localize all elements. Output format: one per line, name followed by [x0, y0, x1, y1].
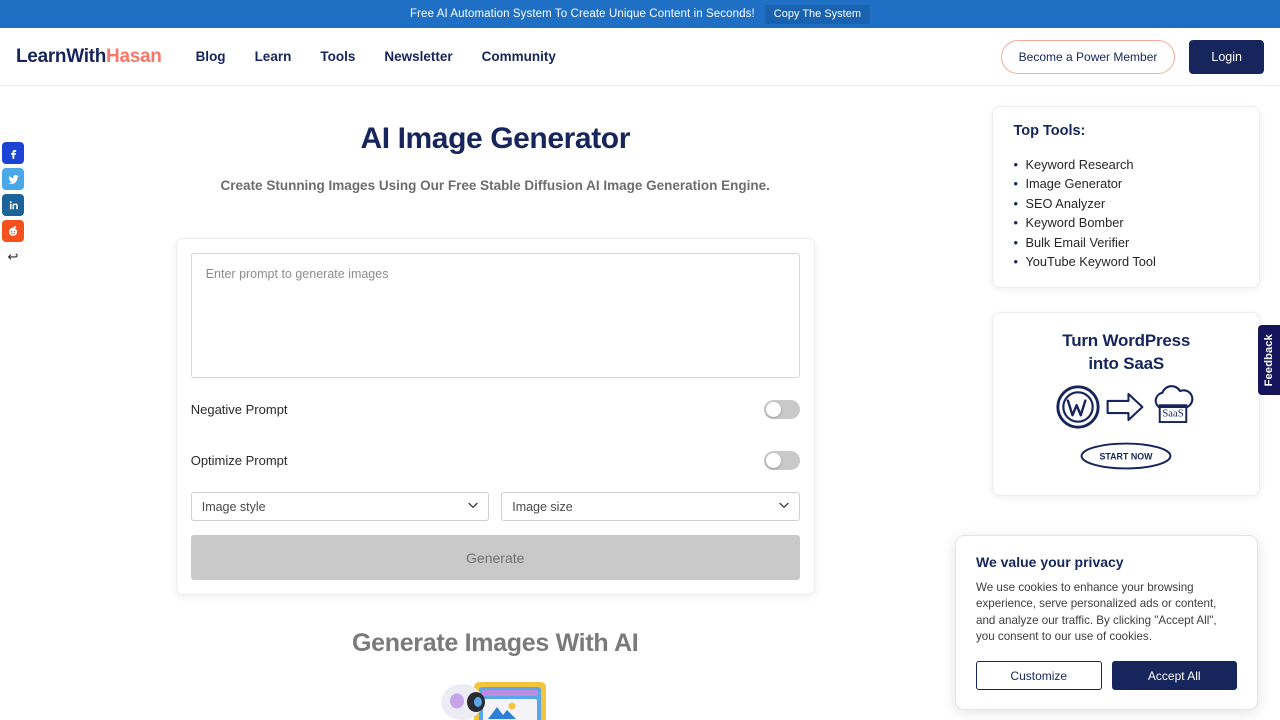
arrow-right-icon — [1105, 390, 1145, 429]
negative-prompt-row: Negative Prompt — [191, 389, 800, 429]
nav-item-community[interactable]: Community — [482, 49, 556, 64]
feedback-tab[interactable]: Feedback — [1258, 325, 1280, 395]
chevron-down-icon — [468, 501, 478, 512]
saas-label: SaaS — [1163, 409, 1184, 420]
tool-item-image-generator[interactable]: Image Generator — [1013, 174, 1239, 194]
promo-banner: Free AI Automation System To Create Uniq… — [0, 0, 1280, 28]
share-more-icon[interactable]: ↩ — [2, 248, 24, 266]
tool-item-seo-analyzer[interactable]: SEO Analyzer — [1013, 194, 1239, 214]
start-now-label: START NOW — [1100, 452, 1154, 462]
nav-item-tools[interactable]: Tools — [320, 49, 355, 64]
negative-prompt-toggle[interactable] — [763, 399, 800, 419]
accept-all-cookies-button[interactable]: Accept All — [1111, 661, 1237, 691]
optimize-prompt-label: Optimize Prompt — [190, 452, 288, 468]
nav-item-blog[interactable]: Blog — [196, 49, 226, 64]
image-size-value: Image size — [512, 499, 573, 514]
image-size-select[interactable]: Image size — [501, 492, 800, 521]
logo-accent-text: Hasan — [106, 45, 162, 67]
login-button[interactable]: Login — [1189, 39, 1264, 74]
top-tools-card: Top Tools: Keyword Research Image Genera… — [992, 106, 1260, 289]
wordpress-saas-ad[interactable]: Turn WordPress into SaaS SaaS START NOW — [992, 312, 1260, 497]
tool-item-youtube-keyword-tool[interactable]: YouTube Keyword Tool — [1013, 252, 1239, 272]
optimize-prompt-row: Optimize Prompt — [191, 440, 800, 480]
logo-primary-text: LearnWith — [16, 45, 107, 67]
facebook-icon[interactable] — [2, 142, 24, 164]
ad-artwork: SaaS — [1007, 385, 1245, 434]
nav-item-newsletter[interactable]: Newsletter — [384, 49, 452, 64]
prompt-input[interactable] — [190, 253, 800, 378]
copy-the-system-button[interactable]: Copy The System — [764, 4, 871, 24]
header-actions: Become a Power Member Login — [1000, 39, 1264, 74]
select-row: Image style Image size — [190, 492, 800, 521]
image-style-value: Image style — [201, 499, 266, 514]
twitter-icon[interactable] — [2, 168, 24, 190]
start-now-button[interactable]: START NOW — [1007, 440, 1245, 477]
negative-prompt-label: Negative Prompt — [190, 401, 288, 417]
saas-cloud-icon: SaaS — [1150, 385, 1196, 434]
reddit-icon[interactable] — [2, 220, 24, 242]
become-power-member-button[interactable]: Become a Power Member — [1000, 39, 1176, 74]
page-title: AI Image Generator — [360, 122, 630, 155]
image-style-select[interactable]: Image style — [190, 492, 490, 521]
site-logo[interactable]: LearnWithHasan — [16, 46, 162, 68]
feedback-tab-label: Feedback — [1263, 333, 1275, 387]
chevron-down-icon — [779, 501, 789, 512]
wordpress-icon — [1056, 385, 1100, 434]
robot-illustration — [20, 674, 970, 720]
image-generator-card: Negative Prompt Optimize Prompt Image st… — [175, 238, 815, 595]
customize-cookies-button[interactable]: Customize — [976, 661, 1102, 691]
generate-button[interactable]: Generate — [190, 535, 800, 580]
main-content: AI Image Generator Create Stunning Image… — [20, 86, 970, 720]
top-tools-list: Keyword Research Image Generator SEO Ana… — [1013, 155, 1239, 272]
social-share-rail: ↩ — [2, 142, 24, 266]
page-subtitle: Create Stunning Images Using Our Free St… — [220, 178, 770, 193]
cookie-actions: Customize Accept All — [976, 661, 1237, 691]
ad-title-line1: Turn WordPress — [1062, 331, 1191, 351]
cookie-title: We value your privacy — [976, 554, 1124, 570]
section-title: Generate Images With AI — [351, 629, 639, 657]
nav-item-learn[interactable]: Learn — [255, 49, 292, 64]
tool-item-keyword-bomber[interactable]: Keyword Bomber — [1013, 213, 1239, 233]
linkedin-icon[interactable] — [2, 194, 24, 216]
tool-item-keyword-research[interactable]: Keyword Research — [1013, 155, 1239, 175]
ad-title-line2: into SaaS — [1088, 354, 1165, 374]
cookie-body-text: We use cookies to enhance your browsing … — [976, 581, 1217, 643]
tool-item-bulk-email-verifier[interactable]: Bulk Email Verifier — [1013, 233, 1239, 253]
optimize-prompt-toggle[interactable] — [763, 450, 800, 470]
main-navigation: Blog Learn Tools Newsletter Community — [196, 49, 556, 64]
promo-banner-text: Free AI Automation System To Create Uniq… — [409, 8, 755, 20]
top-tools-title: Top Tools: — [1013, 123, 1086, 139]
site-header: LearnWithHasan Blog Learn Tools Newslett… — [0, 28, 1280, 86]
cookie-consent-dialog: We value your privacy We use cookies to … — [955, 535, 1258, 711]
